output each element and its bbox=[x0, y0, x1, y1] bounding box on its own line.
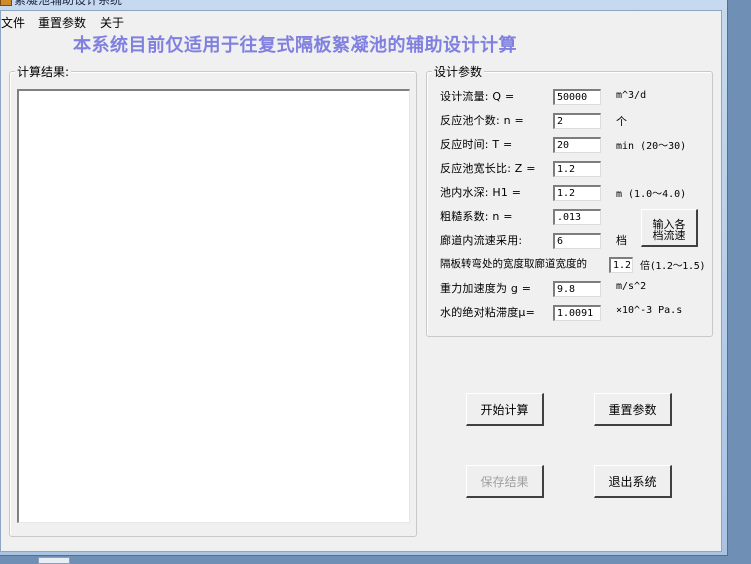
reset-params-button[interactable]: 重置参数 bbox=[594, 393, 672, 426]
app-icon bbox=[0, 0, 12, 6]
water-depth-label: 池内水深: H1 = bbox=[440, 186, 522, 199]
reaction-time-label: 反应时间: T = bbox=[440, 138, 513, 151]
roughness-label: 粗糙系数: n = bbox=[440, 210, 513, 223]
turn-width-input[interactable] bbox=[609, 257, 633, 273]
start-calc-button[interactable]: 开始计算 bbox=[466, 393, 544, 426]
gravity-input[interactable] bbox=[553, 281, 601, 297]
results-textarea[interactable] bbox=[17, 89, 410, 523]
flow-input[interactable] bbox=[553, 89, 601, 105]
gravity-unit: m/s^2 bbox=[616, 281, 647, 292]
corridor-speed-input[interactable] bbox=[553, 233, 601, 249]
menu-reset-params[interactable]: 重置参数 bbox=[38, 14, 86, 31]
page-heading: 本系统目前仅适用于往复式隔板絮凝池的辅助设计计算 bbox=[73, 35, 517, 56]
turn-width-unit: 倍(1.2～1.5) bbox=[640, 261, 706, 272]
client-area: 文件 重置参数 关于 本系统目前仅适用于往复式隔板絮凝池的辅助设计计算 计算结果… bbox=[0, 10, 722, 552]
tank-count-label: 反应池个数: n = bbox=[440, 114, 524, 127]
results-caption: 计算结果: bbox=[15, 63, 72, 80]
reaction-time-input[interactable] bbox=[553, 137, 601, 153]
app-window: 絮凝池辅助设计系统 文件 重置参数 关于 本系统目前仅适用于往复式隔板絮凝池的辅… bbox=[0, 0, 728, 556]
water-depth-input[interactable] bbox=[553, 185, 601, 201]
viscosity-input[interactable] bbox=[553, 305, 601, 321]
flow-label: 设计流量: Q = bbox=[440, 90, 515, 103]
input-speed-button[interactable]: 输入各 档流速 bbox=[641, 209, 698, 247]
viscosity-label: 水的绝对粘滞度μ= bbox=[440, 306, 536, 319]
roughness-input[interactable] bbox=[553, 209, 601, 225]
window-title: 絮凝池辅助设计系统 bbox=[14, 0, 123, 7]
input-speed-button-line2: 档流速 bbox=[652, 229, 686, 242]
flow-unit: m^3/d bbox=[616, 90, 647, 101]
viscosity-unit: ×10^-3 Pa.s bbox=[616, 305, 683, 316]
turn-width-label: 隔板转弯处的宽度取廊道宽度的 bbox=[440, 258, 587, 270]
water-depth-unit: m (1.0～4.0) bbox=[616, 189, 687, 200]
tank-count-input[interactable] bbox=[553, 113, 601, 129]
params-group bbox=[426, 71, 713, 337]
title-bar[interactable]: 絮凝池辅助设计系统 bbox=[0, 0, 728, 8]
menu-bar: 文件 重置参数 关于 bbox=[1, 11, 721, 31]
aspect-ratio-input[interactable] bbox=[553, 161, 601, 177]
save-results-button[interactable]: 保存结果 bbox=[466, 465, 544, 498]
corridor-speed-unit: 档 bbox=[616, 234, 627, 247]
gravity-label: 重力加速度为 g = bbox=[440, 282, 532, 295]
taskbar-thumbnail[interactable] bbox=[38, 557, 70, 564]
tank-count-unit: 个 bbox=[616, 115, 627, 128]
aspect-ratio-label: 反应池宽长比: Z = bbox=[440, 162, 536, 175]
corridor-speed-label: 廊道内流速采用: bbox=[440, 234, 523, 247]
menu-file[interactable]: 文件 bbox=[1, 14, 25, 31]
reaction-time-unit: min (20～30) bbox=[616, 141, 687, 152]
params-caption: 设计参数 bbox=[432, 63, 485, 80]
menu-about[interactable]: 关于 bbox=[100, 14, 124, 31]
exit-system-button[interactable]: 退出系统 bbox=[594, 465, 672, 498]
